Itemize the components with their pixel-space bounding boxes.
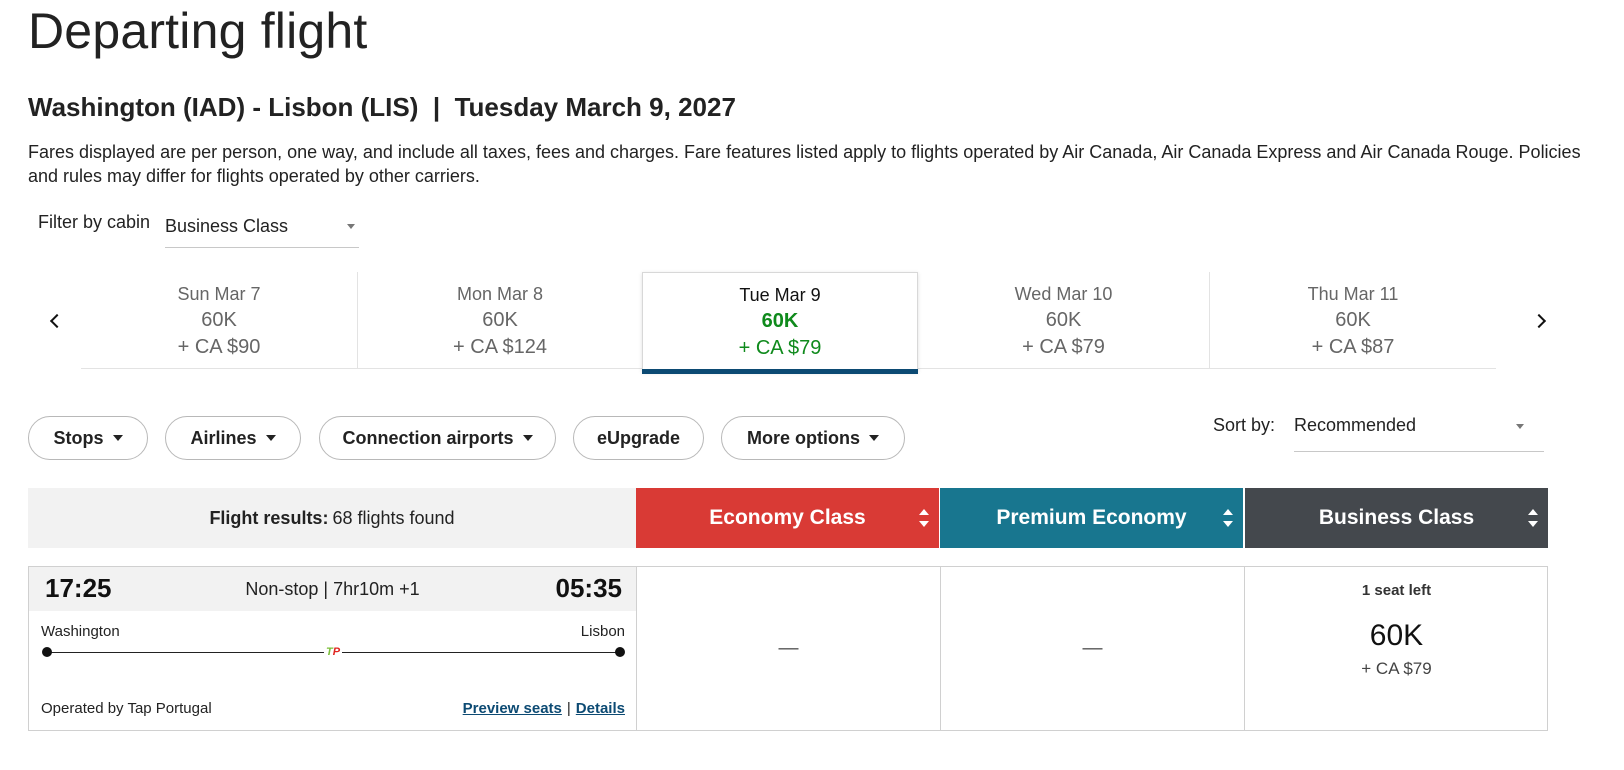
- date-option-sun-mar-7[interactable]: Sun Mar 7 60K + CA $90: [81, 272, 358, 368]
- fare-points: 60K: [1369, 619, 1424, 652]
- airlines-filter-label: Airlines: [190, 427, 257, 448]
- eupgrade-filter-button[interactable]: eUpgrade: [573, 416, 704, 460]
- stops-duration: Non-stop | 7hr10m +1: [245, 579, 420, 599]
- operated-by: Operated by Tap Portugal: [41, 700, 212, 717]
- stops-filter-label: Stops: [53, 427, 104, 448]
- date-cash: + CA $87: [1311, 336, 1395, 358]
- next-dates-button[interactable]: [1526, 306, 1556, 336]
- cabin-filter-label: Filter by cabin: [38, 212, 151, 232]
- results-count-header: Flight results: 68 flights found: [28, 488, 636, 548]
- chevron-left-icon: [49, 313, 65, 329]
- fare-unavailable: —: [1082, 637, 1103, 659]
- sort-select-value: Recommended: [1294, 415, 1417, 435]
- caret-down-icon: [265, 435, 276, 441]
- fare-cash: + CA $79: [1361, 659, 1432, 678]
- airlines-filter-button[interactable]: Airlines: [165, 416, 301, 460]
- business-fare-cell[interactable]: 1 seat left 60K + CA $79: [1244, 567, 1548, 730]
- connection-airports-filter-button[interactable]: Connection airports: [319, 416, 556, 460]
- page-title: Departing flight: [28, 3, 368, 59]
- date-option-wed-mar-10[interactable]: Wed Mar 10 60K + CA $79: [918, 272, 1210, 368]
- date-points: 60K: [1335, 309, 1371, 331]
- date-cash: + CA $79: [738, 337, 822, 359]
- date-label: Wed Mar 10: [1014, 284, 1113, 304]
- details-link[interactable]: Details: [576, 700, 625, 717]
- date-label: Sun Mar 7: [177, 284, 261, 304]
- route-date-heading: Washington (IAD) - Lisbon (LIS) | Tuesda…: [28, 92, 736, 122]
- flight-times-bar: 17:25 Non-stop | 7hr10m +1 05:35: [29, 567, 636, 611]
- date-option-thu-mar-11[interactable]: Thu Mar 11 60K + CA $87: [1210, 272, 1496, 368]
- seats-left: 1 seat left: [1361, 582, 1432, 599]
- preview-seats-link[interactable]: Preview seats: [463, 700, 562, 717]
- flight-result-row: 17:25 Non-stop | 7hr10m +1 05:35 Washing…: [28, 566, 1548, 731]
- economy-class-column-header[interactable]: Economy Class: [636, 488, 939, 548]
- cabin-name: Business Class: [1318, 506, 1475, 529]
- date-carousel: Sun Mar 7 60K + CA $90 Mon Mar 8 60K + C…: [28, 272, 1596, 374]
- destination-dot-icon: [615, 647, 625, 657]
- sort-arrows-icon: [1528, 509, 1538, 527]
- sort-select[interactable]: Recommended: [1294, 402, 1544, 452]
- cabin-select-value: Business Class: [165, 216, 289, 236]
- date-cash: + CA $124: [453, 336, 547, 358]
- premium-economy-column-header[interactable]: Premium Economy: [940, 488, 1243, 548]
- sort-label: Sort by:: [1213, 415, 1276, 435]
- stops-filter-button[interactable]: Stops: [28, 416, 148, 460]
- date-option-mon-mar-8[interactable]: Mon Mar 8 60K + CA $124: [358, 272, 642, 368]
- flight-links: Preview seats | Details: [463, 700, 625, 717]
- cabin-name: Premium Economy: [996, 506, 1187, 529]
- connection-airports-filter-label: Connection airports: [342, 427, 514, 448]
- chevron-down-icon: [347, 224, 355, 229]
- results-label: Flight results:: [209, 507, 329, 528]
- business-class-column-header[interactable]: Business Class: [1245, 488, 1548, 548]
- origin-dot-icon: [42, 647, 52, 657]
- date-label: Thu Mar 11: [1307, 284, 1399, 304]
- chevron-right-icon: [1531, 313, 1547, 329]
- date-cash: + CA $90: [177, 336, 261, 358]
- cabin-name: Economy Class: [709, 506, 866, 529]
- caret-down-icon: [869, 435, 879, 441]
- origin-city: Washington: [41, 623, 120, 640]
- selected-date-indicator: [642, 369, 918, 374]
- fare-unavailable: —: [778, 637, 799, 659]
- cabin-select[interactable]: Business Class: [165, 206, 359, 248]
- caret-down-icon: [522, 435, 533, 441]
- date-points: 60K: [482, 309, 518, 331]
- arrival-time: 05:35: [555, 573, 623, 603]
- date-points: 60K: [761, 310, 799, 332]
- date-label: Tue Mar 9: [739, 285, 821, 305]
- eupgrade-filter-label: eUpgrade: [596, 427, 681, 448]
- date-points: 60K: [201, 309, 237, 331]
- more-options-filter-button[interactable]: More options: [721, 416, 905, 460]
- destination-city: Lisbon: [580, 623, 625, 640]
- sort-arrows-icon: [919, 509, 929, 527]
- caret-down-icon: [112, 435, 123, 441]
- premium-economy-fare-cell: —: [940, 567, 1244, 730]
- sort-arrows-icon: [1223, 509, 1233, 527]
- chevron-down-icon: [1516, 424, 1524, 429]
- tap-portugal-logo-icon: TP: [324, 646, 342, 658]
- date-points: 60K: [1045, 309, 1082, 331]
- date-cash: + CA $79: [1022, 336, 1105, 358]
- cabin-filter: Filter by cabin Business Class: [38, 212, 359, 248]
- fares-disclaimer: Fares displayed are per person, one way,…: [28, 142, 1581, 186]
- date-label: Mon Mar 8: [456, 284, 544, 304]
- results-count: 68 flights found: [332, 507, 455, 528]
- more-options-filter-label: More options: [747, 427, 860, 448]
- link-separator: |: [566, 700, 571, 717]
- flight-info: 17:25 Non-stop | 7hr10m +1 05:35 Washing…: [29, 567, 637, 730]
- economy-fare-cell: —: [636, 567, 940, 730]
- previous-dates-button[interactable]: [40, 306, 70, 336]
- date-option-tue-mar-9[interactable]: Tue Mar 9 60K + CA $79: [642, 272, 918, 374]
